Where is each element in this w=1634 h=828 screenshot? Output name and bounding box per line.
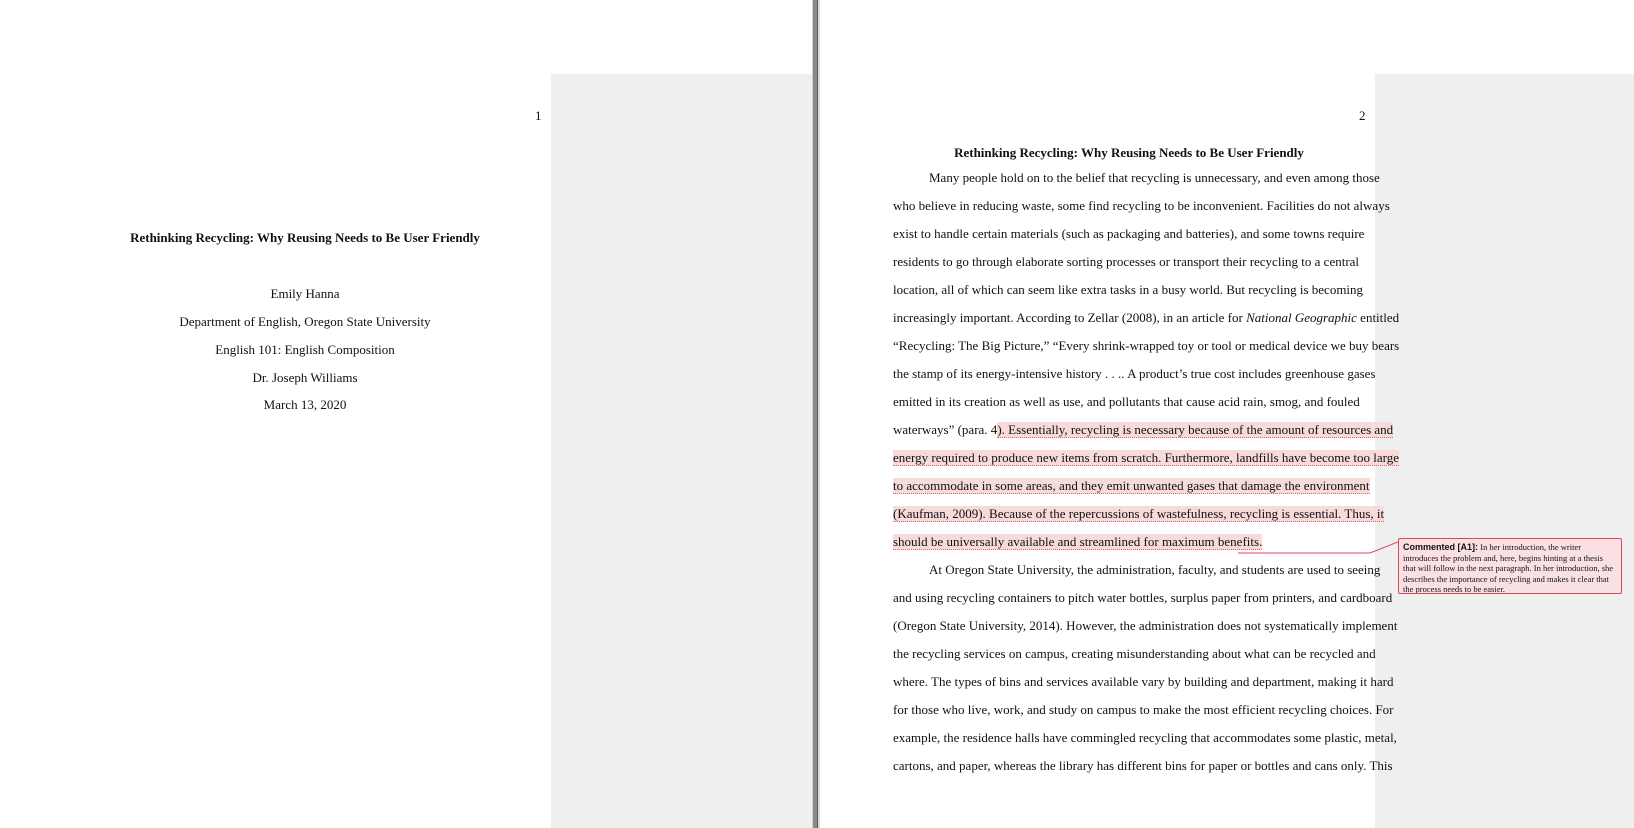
department-line: Department of English, Oregon State Univ… <box>179 314 431 329</box>
text-line: exist to handle certain materials (such … <box>893 226 1365 241</box>
text-line: energy required to produce new items fro… <box>893 448 1399 468</box>
commented-text[interactable]: (Kaufman, 2009). Because of the repercus… <box>893 506 1385 522</box>
commented-text[interactable]: should be universally available and stre… <box>893 534 1263 550</box>
text-line: At Oregon State University, the administ… <box>929 562 1381 577</box>
pane-splitter[interactable] <box>812 0 820 828</box>
text-line: waterways” (para. 4). Essentially, recyc… <box>893 420 1394 440</box>
italic-source: National Geographic <box>1246 310 1357 325</box>
text-run: waterways” (para. 4 <box>893 422 998 437</box>
text-line: to accommodate in some areas, and they e… <box>893 476 1370 496</box>
text-line: who believe in reducing waste, some find… <box>893 198 1390 213</box>
page-1-pane[interactable]: 1 Rethinking Recycling: Why Reusing Need… <box>0 0 812 828</box>
text-line: should be universally available and stre… <box>893 532 1263 552</box>
date-line: March 13, 2020 <box>263 397 347 412</box>
author-name: Emily Hanna <box>270 286 340 301</box>
text-line: residents to go through elaborate sortin… <box>893 254 1360 269</box>
page-1-right-margin <box>551 74 812 828</box>
text-run: increasingly important. According to Zel… <box>893 310 1247 325</box>
text-line: the stamp of its energy-intensive histor… <box>893 366 1376 381</box>
text-line: “Recycling: The Big Picture,” “Every shr… <box>893 338 1400 353</box>
title-page-title: Rethinking Recycling: Why Reusing Needs … <box>130 230 480 245</box>
text-line: for those who live, work, and study on c… <box>893 702 1394 717</box>
text-line: cartons, and paper, whereas the library … <box>893 758 1393 773</box>
text-line: and using recycling containers to pitch … <box>893 590 1393 605</box>
commented-text[interactable]: ). Essentially, recycling is necessary b… <box>997 422 1394 438</box>
text-run: entitled <box>1356 310 1400 325</box>
text-line: location, all of which can seem like ext… <box>893 282 1364 297</box>
text-line: example, the residence halls have commin… <box>893 730 1397 745</box>
instructor-line: Dr. Joseph Williams <box>252 370 358 385</box>
page-2-pane[interactable]: 2 Rethinking Recycling: Why Reusing Need… <box>820 0 1634 828</box>
text-line: the recycling services on campus, creati… <box>893 646 1376 661</box>
text-line: Many people hold on to the belief that r… <box>929 170 1380 185</box>
commented-text[interactable]: energy required to produce new items fro… <box>893 450 1399 466</box>
comment-margin <box>1375 74 1634 828</box>
page-number: 2 <box>1359 108 1366 123</box>
text-line: increasingly important. According to Zel… <box>893 308 1399 328</box>
page-2-title: Rethinking Recycling: Why Reusing Needs … <box>954 145 1304 160</box>
text-line: where. The types of bins and services av… <box>893 674 1394 689</box>
commented-text[interactable]: to accommodate in some areas, and they e… <box>893 478 1370 494</box>
text-line: (Kaufman, 2009). Because of the repercus… <box>893 504 1385 524</box>
text-line: (Oregon State University, 2014). However… <box>893 618 1398 633</box>
comment-balloon[interactable]: Commented [A1]: In her introduction, the… <box>1398 538 1622 594</box>
page-number: 1 <box>535 108 542 123</box>
text-line: emitted in its creation as well as use, … <box>893 394 1360 409</box>
course-line: English 101: English Composition <box>215 342 395 357</box>
comment-author-label: Commented [A1]: <box>1403 542 1479 552</box>
